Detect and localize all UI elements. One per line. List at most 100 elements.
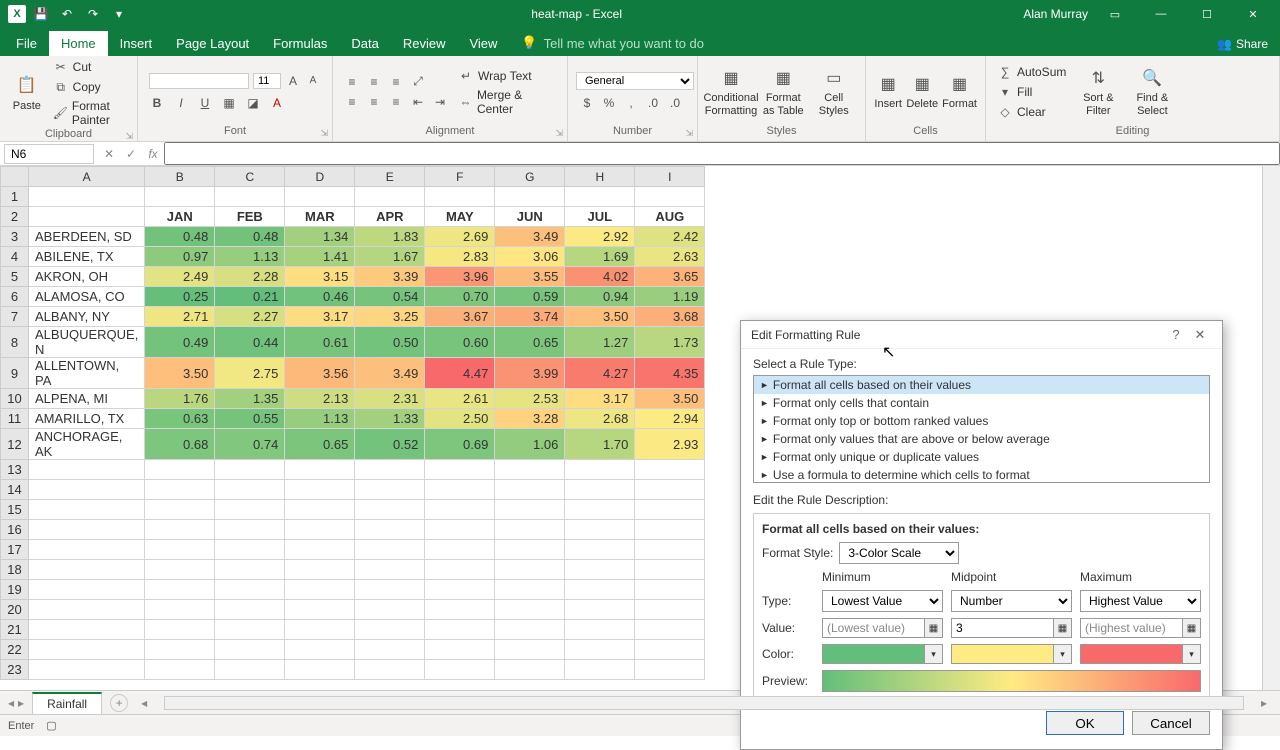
col-header[interactable]: D (285, 167, 355, 187)
city-cell[interactable]: ANCHORAGE, AK (29, 429, 145, 460)
data-cell[interactable]: 0.63 (145, 409, 215, 429)
align-center-icon[interactable]: ≡ (366, 94, 382, 110)
data-cell[interactable]: 0.68 (145, 429, 215, 460)
cancel-button[interactable]: Cancel (1132, 711, 1210, 735)
undo-button[interactable]: ↶ (56, 3, 78, 25)
col-header[interactable]: B (145, 167, 215, 187)
accounting-icon[interactable]: $ (579, 95, 595, 111)
col-header[interactable]: H (565, 167, 635, 187)
conditional-formatting-button[interactable]: ▦Conditional Formatting (706, 66, 756, 116)
row-header[interactable]: 7 (1, 307, 29, 327)
tab-formulas[interactable]: Formulas (261, 31, 339, 56)
row-header[interactable]: 14 (1, 480, 29, 500)
data-cell[interactable]: 0.48 (215, 227, 285, 247)
fill-button[interactable]: ▾Fill (994, 83, 1069, 101)
data-cell[interactable]: 3.74 (495, 307, 565, 327)
max-type-select[interactable]: Highest Value (1080, 590, 1201, 612)
row-header[interactable]: 19 (1, 580, 29, 600)
city-cell[interactable]: ABERDEEN, SD (29, 227, 145, 247)
ribbon-options-button[interactable]: ▭ (1096, 0, 1134, 28)
font-color-icon[interactable]: A (269, 95, 285, 111)
data-cell[interactable]: 3.55 (495, 267, 565, 287)
sort-filter-button[interactable]: ⇅Sort & Filter (1073, 66, 1123, 116)
data-cell[interactable]: 2.53 (495, 389, 565, 409)
sheet-nav-prev[interactable]: ◂ (8, 696, 14, 710)
data-cell[interactable]: 0.97 (145, 247, 215, 267)
data-cell[interactable]: 0.49 (145, 327, 215, 358)
formula-input[interactable] (164, 142, 1280, 165)
number-format-combo[interactable]: General (576, 72, 694, 90)
data-cell[interactable]: 3.25 (355, 307, 425, 327)
data-cell[interactable]: 0.59 (495, 287, 565, 307)
row-header[interactable]: 2 (1, 207, 29, 227)
data-cell[interactable]: 3.65 (635, 267, 705, 287)
font-launcher[interactable]: ⇲ (320, 128, 328, 139)
city-cell[interactable]: AMARILLO, TX (29, 409, 145, 429)
format-cells-button[interactable]: ▦Format (942, 72, 977, 110)
underline-icon[interactable]: U (197, 95, 213, 111)
data-cell[interactable]: 0.60 (425, 327, 495, 358)
bold-icon[interactable]: B (149, 95, 165, 111)
data-cell[interactable]: 0.52 (355, 429, 425, 460)
city-cell[interactable]: ALLENTOWN, PA (29, 358, 145, 389)
clear-button[interactable]: ◇Clear (994, 103, 1069, 121)
italic-icon[interactable]: I (173, 95, 189, 111)
vertical-scrollbar[interactable] (1262, 166, 1280, 690)
col-header[interactable]: E (355, 167, 425, 187)
row-header[interactable]: 3 (1, 227, 29, 247)
autosum-button[interactable]: ∑AutoSum (994, 63, 1069, 81)
row-header[interactable]: 18 (1, 560, 29, 580)
data-cell[interactable]: 0.65 (285, 429, 355, 460)
maximize-button[interactable]: ☐ (1188, 0, 1226, 28)
city-cell[interactable]: ALAMOSA, CO (29, 287, 145, 307)
tab-review[interactable]: Review (391, 31, 458, 56)
data-cell[interactable]: 1.67 (355, 247, 425, 267)
dialog-close-button[interactable]: ✕ (1188, 327, 1212, 343)
tab-view[interactable]: View (457, 31, 509, 56)
data-cell[interactable]: 4.02 (565, 267, 635, 287)
data-cell[interactable]: 1.69 (565, 247, 635, 267)
row-header[interactable]: 9 (1, 358, 29, 389)
data-cell[interactable]: 1.06 (495, 429, 565, 460)
city-cell[interactable]: ALBANY, NY (29, 307, 145, 327)
data-cell[interactable]: 3.56 (285, 358, 355, 389)
hscroll-left[interactable]: ◂ (136, 696, 152, 710)
align-top-icon[interactable]: ≡ (344, 74, 360, 90)
row-header[interactable]: 15 (1, 500, 29, 520)
min-type-select[interactable]: Lowest Value (822, 590, 943, 612)
city-cell[interactable]: ALBUQUERQUE, N (29, 327, 145, 358)
max-color-swatch[interactable]: ▾ (1080, 644, 1201, 664)
data-cell[interactable]: 3.15 (285, 267, 355, 287)
wrap-text-button[interactable]: ↵Wrap Text (455, 67, 559, 85)
data-cell[interactable]: 0.61 (285, 327, 355, 358)
cancel-entry-icon[interactable]: ✕ (98, 147, 120, 161)
sheet-nav-next[interactable]: ▸ (18, 696, 24, 710)
share-button[interactable]: 👥 Share (1205, 32, 1280, 56)
data-cell[interactable]: 2.27 (215, 307, 285, 327)
data-cell[interactable]: 2.63 (635, 247, 705, 267)
row-header[interactable]: 6 (1, 287, 29, 307)
city-cell[interactable]: ALPENA, MI (29, 389, 145, 409)
city-cell[interactable]: AKRON, OH (29, 267, 145, 287)
min-value-input[interactable] (822, 618, 925, 638)
tab-insert[interactable]: Insert (108, 31, 165, 56)
data-cell[interactable]: 4.47 (425, 358, 495, 389)
data-cell[interactable]: 0.50 (355, 327, 425, 358)
mid-value-picker[interactable]: ▦ (1054, 618, 1072, 638)
format-painter-button[interactable]: 🖌Format Painter (50, 98, 129, 128)
rule-type-item[interactable]: ► Format only values that are above or b… (754, 430, 1209, 448)
insert-cells-button[interactable]: ▦Insert (874, 72, 902, 110)
tab-data[interactable]: Data (339, 31, 390, 56)
data-cell[interactable]: 3.49 (495, 227, 565, 247)
mid-color-swatch[interactable]: ▾ (951, 644, 1072, 664)
data-cell[interactable]: 3.50 (565, 307, 635, 327)
city-cell[interactable]: ABILENE, TX (29, 247, 145, 267)
data-cell[interactable]: 1.27 (565, 327, 635, 358)
data-cell[interactable]: 0.21 (215, 287, 285, 307)
tab-page-layout[interactable]: Page Layout (164, 31, 261, 56)
month-header[interactable]: FEB (215, 207, 285, 227)
data-cell[interactable]: 2.13 (285, 389, 355, 409)
month-header[interactable]: JUN (495, 207, 565, 227)
mid-value-input[interactable] (951, 618, 1054, 638)
horizontal-scrollbar[interactable] (164, 696, 1244, 710)
